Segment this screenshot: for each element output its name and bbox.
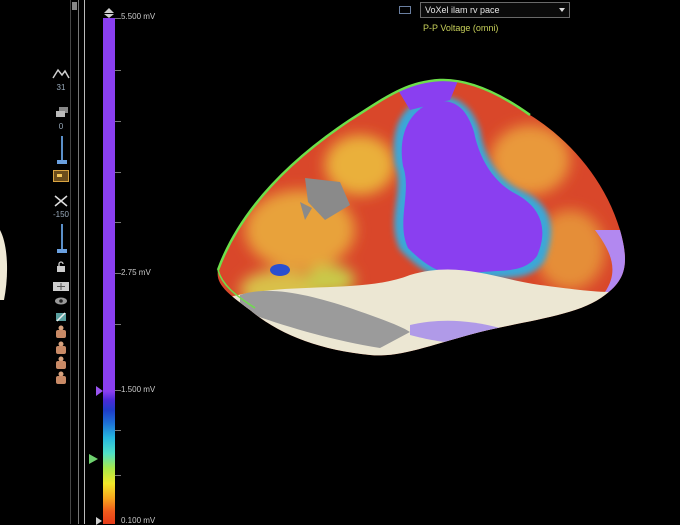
colorbar-tick <box>115 430 121 431</box>
map-type-label: P-P Voltage (omni) <box>423 23 499 33</box>
mountain-icon[interactable] <box>52 66 70 80</box>
opacity-slider[interactable] <box>61 136 63 160</box>
torso-icon[interactable] <box>54 356 68 369</box>
opacity-slider-knob[interactable] <box>57 160 67 164</box>
add-icon[interactable] <box>53 282 69 291</box>
scissors-icon[interactable] <box>54 195 68 207</box>
rail-divider <box>78 0 79 524</box>
chevron-down-icon[interactable] <box>559 8 565 12</box>
colorbar-tick <box>115 324 121 325</box>
torso-icon[interactable] <box>54 325 68 338</box>
map-selector-value: VoXel ilam rv pace <box>425 5 500 15</box>
voltage-colorbar[interactable] <box>103 18 115 524</box>
colorbar-mid-label: 2.75 mV <box>121 268 151 277</box>
colorbar-threshold-label: 1.500 mV <box>121 385 156 394</box>
colorbar-tick <box>115 475 121 476</box>
peak-value: 31 <box>56 83 66 92</box>
colorbar-max-label: 5.500 mV <box>121 12 156 21</box>
colorbar-tick <box>115 121 121 122</box>
upper-threshold-handle[interactable] <box>96 386 103 396</box>
rail-divider <box>70 0 71 524</box>
eye-icon[interactable] <box>54 296 68 306</box>
opacity-value: 0 <box>58 122 64 131</box>
voltage-map-3d[interactable] <box>200 70 640 365</box>
colorbar-tick <box>115 172 121 173</box>
map-thumbnail-icon[interactable] <box>399 6 411 14</box>
clip-slider[interactable] <box>61 224 63 250</box>
colorbar-tick <box>115 222 121 223</box>
rail-handle[interactable] <box>72 2 77 10</box>
layers-icon[interactable] <box>55 106 69 118</box>
colorbar-down-arrow-icon[interactable] <box>104 14 114 18</box>
clip-value: -150 <box>52 210 69 219</box>
lower-threshold-handle[interactable] <box>89 454 98 464</box>
map-selector-dropdown[interactable]: VoXel ilam rv pace <box>420 2 570 18</box>
colorbar-up-arrow-icon[interactable] <box>104 8 114 13</box>
lock-icon[interactable] <box>56 261 66 272</box>
torso-icon[interactable] <box>54 371 68 384</box>
rail-divider <box>84 0 85 524</box>
flag-icon[interactable] <box>53 170 69 182</box>
left-toolbar: 31 0 -150 <box>0 0 100 524</box>
pen-icon[interactable] <box>54 311 68 323</box>
colorbar-tick <box>115 70 121 71</box>
offscreen-anatomy-edge <box>0 230 8 300</box>
torso-icon[interactable] <box>54 341 68 354</box>
clip-slider-knob[interactable] <box>57 249 67 253</box>
